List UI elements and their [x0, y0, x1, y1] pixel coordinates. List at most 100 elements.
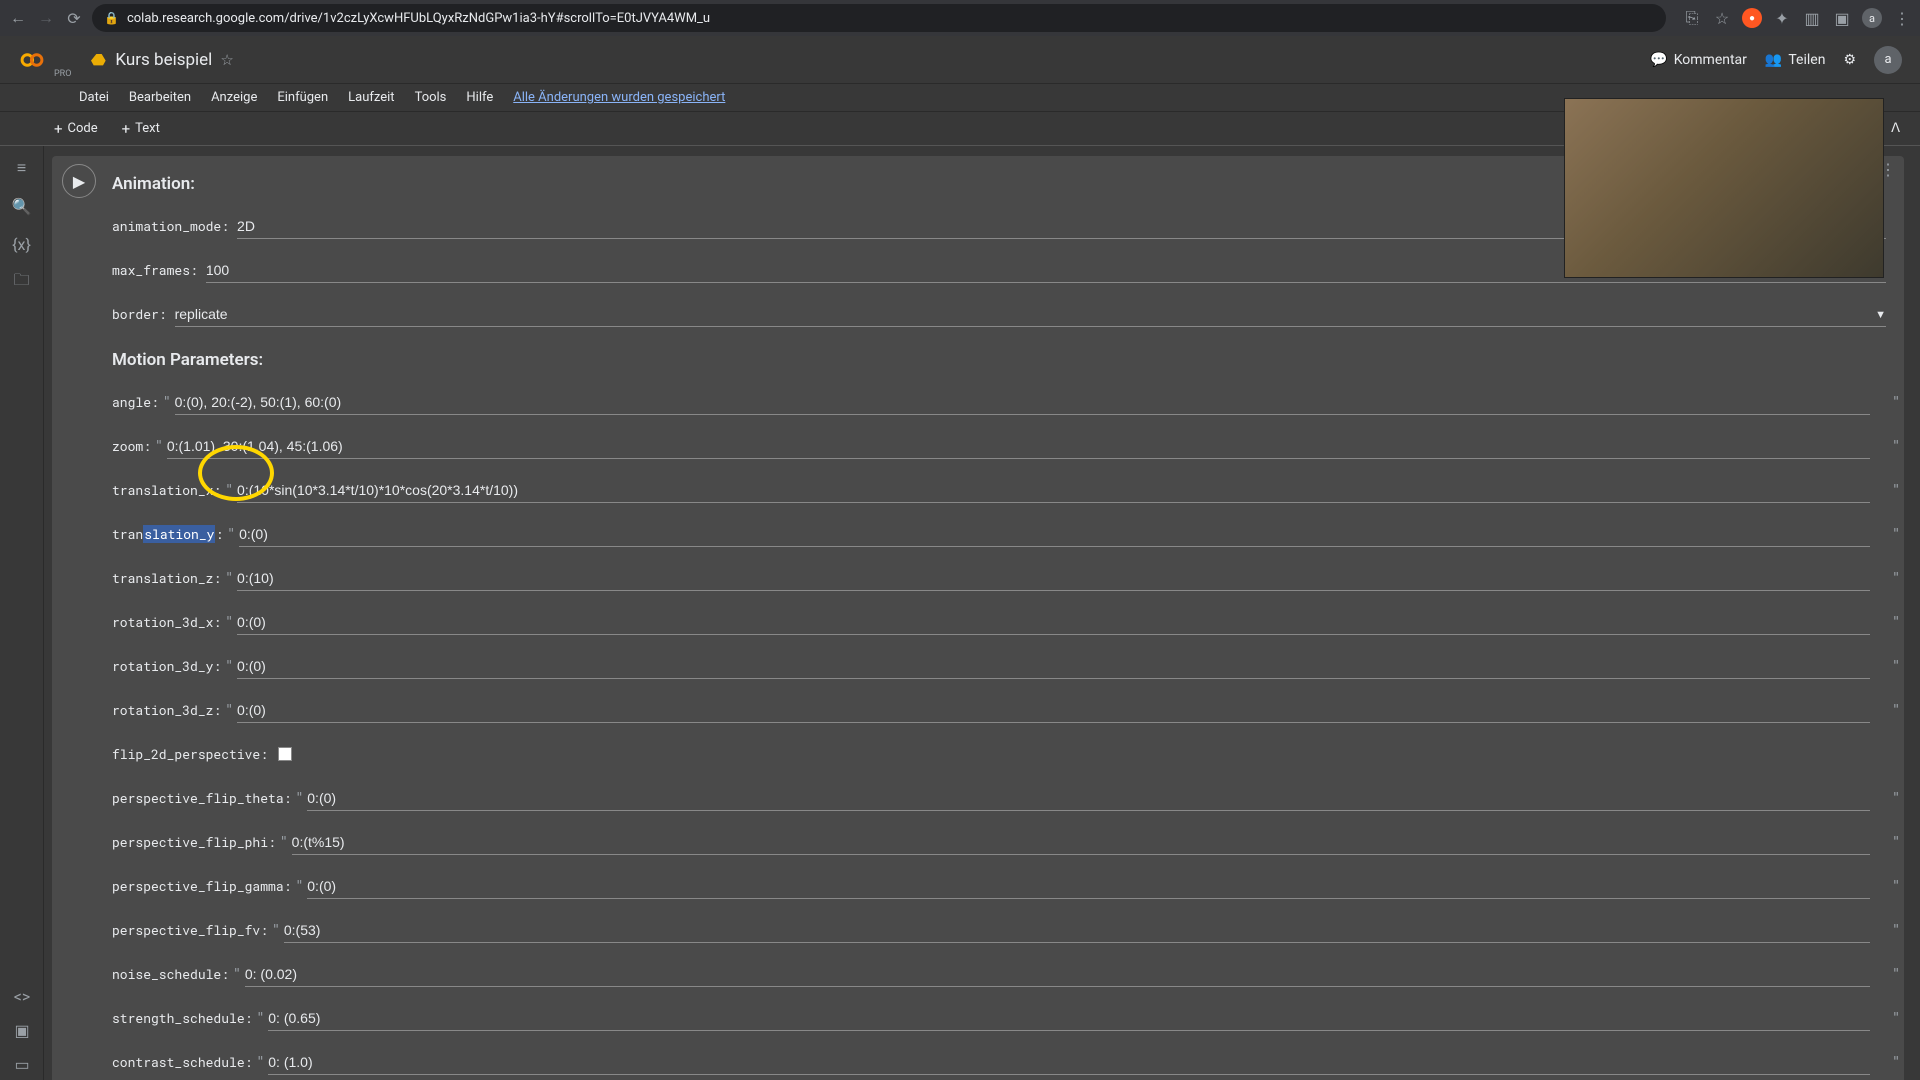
forward-icon[interactable]: → [36, 8, 56, 28]
back-icon[interactable]: ← [8, 8, 28, 28]
panel-icon[interactable]: ▣ [1832, 8, 1852, 28]
add-code-button[interactable]: +Code [44, 116, 108, 142]
perspective-flip-theta-row: perspective_flip_theta: " " [112, 776, 1904, 820]
run-cell-button[interactable]: ▶ [62, 164, 96, 198]
perspective-flip-phi-row: perspective_flip_phi: " " [112, 820, 1904, 864]
zoom-row: zoom: " " [112, 424, 1904, 468]
notebook-content: ▶ 🔗 ⋮ Animation: animation_mode: ▼ max_f… [44, 146, 1920, 1080]
strength-schedule-row: strength_schedule: " " [112, 996, 1904, 1040]
perspective-flip-phi-label: perspective_flip_phi: [112, 833, 276, 851]
comment-icon: 💬 [1650, 52, 1667, 68]
perspective-flip-gamma-input[interactable] [307, 874, 1870, 899]
comment-button[interactable]: 💬 Kommentar [1650, 52, 1747, 68]
lock-icon: 🔒 [104, 11, 119, 25]
translation-y-input[interactable] [239, 522, 1870, 547]
webcam-overlay [1564, 98, 1884, 278]
save-status[interactable]: Alle Änderungen wurden gespeichert [504, 87, 734, 108]
extension-orange-icon[interactable]: ● [1742, 8, 1762, 28]
search-icon[interactable]: 🔍 [12, 196, 32, 216]
flip-2d-perspective-checkbox[interactable] [278, 747, 292, 761]
files-icon[interactable]: 🗀 [12, 272, 32, 292]
perspective-flip-phi-input[interactable] [292, 830, 1871, 855]
menu-tools[interactable]: Tools [406, 87, 456, 108]
command-icon[interactable]: ▭ [12, 1054, 32, 1074]
menu-anzeige[interactable]: Anzeige [202, 87, 266, 108]
perspective-flip-fv-input[interactable] [284, 918, 1870, 943]
account-avatar[interactable]: a [1874, 46, 1902, 74]
sidepanel-icon[interactable]: ▥ [1802, 8, 1822, 28]
menu-einfuegen[interactable]: Einfügen [268, 87, 337, 108]
menu-laufzeit[interactable]: Laufzeit [339, 87, 403, 108]
browser-avatar[interactable]: a [1862, 8, 1882, 28]
perspective-flip-theta-input[interactable] [307, 786, 1870, 811]
noise-schedule-label: noise_schedule: [112, 965, 229, 983]
favorite-star-icon[interactable]: ☆ [220, 51, 233, 69]
url-text: colab.research.google.com/drive/1v2czLyX… [127, 11, 710, 26]
angle-row: angle: " " [112, 380, 1904, 424]
strength-schedule-input[interactable] [268, 1006, 1870, 1031]
colab-logo-icon[interactable] [18, 46, 46, 74]
rotation-3d-y-label: rotation_3d_y: [112, 657, 221, 675]
form-cell: ▶ 🔗 ⋮ Animation: animation_mode: ▼ max_f… [52, 156, 1904, 1080]
bottom-rail: <> ▣ ▭ [0, 986, 44, 1074]
perspective-flip-theta-label: perspective_flip_theta: [112, 789, 291, 807]
pro-label: PRO [54, 69, 71, 79]
terminal-icon[interactable]: ▣ [12, 1020, 32, 1040]
flip-2d-perspective-label: flip_2d_perspective: [112, 745, 268, 763]
rotation-3d-x-label: rotation_3d_x: [112, 613, 221, 631]
perspective-flip-gamma-label: perspective_flip_gamma: [112, 877, 291, 895]
variables-icon[interactable]: {x} [12, 234, 32, 254]
rotation-3d-y-row: rotation_3d_y: " " [112, 644, 1904, 688]
code-snippets-icon[interactable]: <> [12, 986, 32, 1006]
rotation-3d-z-input[interactable] [237, 698, 1870, 723]
left-rail: ≡ 🔍 {x} 🗀 [0, 146, 44, 1080]
translation-y-label: translation_y: [112, 525, 223, 543]
rotation-3d-x-row: rotation_3d_x: " " [112, 600, 1904, 644]
strength-schedule-label: strength_schedule: [112, 1009, 252, 1027]
noise-schedule-input[interactable] [245, 962, 1870, 987]
install-icon[interactable]: ⎘ [1682, 8, 1702, 28]
colab-header: PRO Kurs beispiel ☆ 💬 Kommentar 👥 Teilen… [0, 36, 1920, 84]
rotation-3d-y-input[interactable] [237, 654, 1870, 679]
perspective-flip-fv-row: perspective_flip_fv: " " [112, 908, 1904, 952]
share-icon: 👥 [1765, 52, 1782, 68]
url-bar[interactable]: 🔒 colab.research.google.com/drive/1v2czL… [92, 4, 1666, 32]
translation-y-row: translation_y: " " [112, 512, 1904, 556]
translation-z-input[interactable] [237, 566, 1870, 591]
star-icon[interactable]: ☆ [1712, 8, 1732, 28]
reload-icon[interactable]: ⟳ [64, 8, 84, 28]
zoom-label: zoom: [112, 437, 151, 455]
angle-label: angle: [112, 393, 159, 411]
rotation-3d-z-label: rotation_3d_z: [112, 701, 221, 719]
browser-menu-icon[interactable]: ⋮ [1892, 8, 1912, 28]
settings-icon[interactable]: ⚙ [1843, 52, 1856, 68]
translation-x-label: translation_x: [112, 481, 221, 499]
contrast-schedule-input[interactable] [268, 1050, 1870, 1075]
menu-datei[interactable]: Datei [70, 87, 118, 108]
zoom-input[interactable] [167, 434, 1870, 459]
menu-bearbeiten[interactable]: Bearbeiten [120, 87, 200, 108]
perspective-flip-fv-label: perspective_flip_fv: [112, 921, 268, 939]
share-button[interactable]: 👥 Teilen [1765, 52, 1826, 68]
extensions-icon[interactable]: ✦ [1772, 8, 1792, 28]
contrast-schedule-row: contrast_schedule: " " [112, 1040, 1904, 1080]
border-select[interactable] [175, 302, 1886, 327]
flip-2d-perspective-row: flip_2d_perspective: [112, 732, 1904, 776]
rotation-3d-z-row: rotation_3d_z: " " [112, 688, 1904, 732]
add-text-button[interactable]: +Text [112, 116, 170, 142]
doc-title[interactable]: Kurs beispiel ☆ [91, 50, 233, 70]
max-frames-label: max_frames: [112, 261, 198, 279]
translation-z-label: translation_z: [112, 569, 221, 587]
perspective-flip-gamma-row: perspective_flip_gamma: " " [112, 864, 1904, 908]
angle-input[interactable] [175, 390, 1871, 415]
translation-z-row: translation_z: " " [112, 556, 1904, 600]
toc-icon[interactable]: ≡ [12, 158, 32, 178]
translation-x-input[interactable] [237, 478, 1870, 503]
browser-chrome-bar: ← → ⟳ 🔒 colab.research.google.com/drive/… [0, 0, 1920, 36]
motion-section-title: Motion Parameters: [112, 350, 1904, 370]
contrast-schedule-label: contrast_schedule: [112, 1053, 252, 1071]
animation-mode-label: animation_mode: [112, 217, 229, 235]
rotation-3d-x-input[interactable] [237, 610, 1870, 635]
collapse-icon[interactable]: ᐱ [1887, 117, 1904, 140]
menu-hilfe[interactable]: Hilfe [457, 87, 502, 108]
